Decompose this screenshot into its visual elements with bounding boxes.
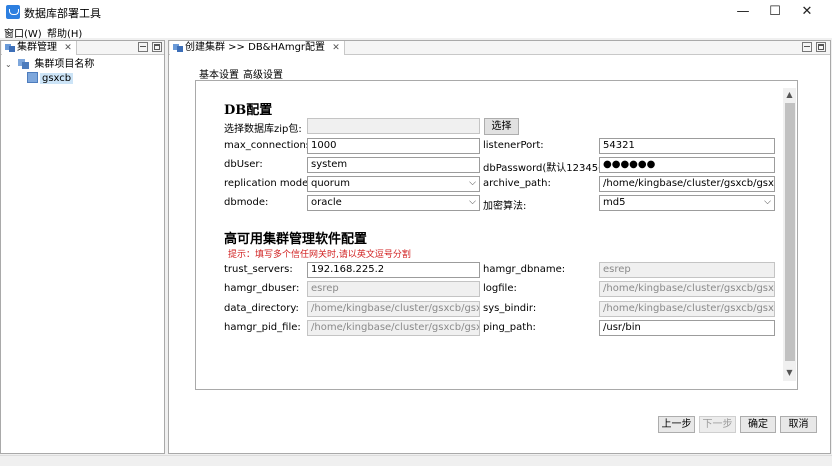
tab-create-cluster[interactable]: 创建集群 >> DB&HAmgr配置 ✕	[170, 41, 345, 55]
listener-port-input[interactable]: 54321	[599, 138, 775, 154]
close-icon[interactable]: ✕	[332, 43, 340, 53]
zip-label: 选择数据库zip包:	[224, 124, 302, 135]
scroll-up-icon[interactable]: ▲	[783, 90, 796, 99]
cluster-tab-icon	[5, 44, 15, 52]
max-connections-input[interactable]: 1000	[307, 138, 480, 154]
hamgr-dbuser-input[interactable]: esrep	[307, 281, 480, 297]
tree-root-item[interactable]: ⌄ 集群项目名称	[5, 58, 94, 72]
next-step-button[interactable]: 下一步	[699, 416, 736, 433]
tab-advanced-settings[interactable]: 高级设置	[243, 66, 283, 81]
close-icon[interactable]: ✕	[64, 43, 72, 53]
db-password-input[interactable]: ●●●●●●	[599, 157, 775, 173]
cluster-folder-icon	[18, 59, 30, 69]
minimize-view-icon[interactable]	[802, 42, 812, 52]
menu-bar: 窗口(W) 帮助(H)	[0, 24, 832, 40]
cluster-management-view: 集群管理 ✕ ⌄ 集群项目名称 gsxcb	[0, 40, 165, 454]
ping-path-input[interactable]: /usr/bin	[599, 320, 775, 336]
sys-bindir-label: sys_bindir:	[483, 303, 537, 314]
window-titlebar: 数据库部署工具 — ☐ ✕	[0, 0, 832, 24]
minimize-button[interactable]: —	[726, 0, 760, 24]
logfile-input[interactable]: /home/kingbase/cluster/gsxcb/gsxcb	[599, 281, 775, 297]
hamgr-dbuser-label: hamgr_dbuser:	[224, 283, 300, 294]
dbmode-label: dbmode:	[224, 197, 269, 208]
close-button[interactable]: ✕	[790, 0, 824, 24]
window-title: 数据库部署工具	[24, 7, 101, 20]
minimize-view-icon[interactable]	[138, 42, 148, 52]
encryption-select[interactable]: md5	[599, 195, 775, 211]
tab-basic-settings[interactable]: 基本设置	[199, 66, 239, 81]
max-connections-label: max_connections:	[224, 140, 315, 151]
hamgr-pid-file-input[interactable]: /home/kingbase/cluster/gsxcb/gsxcb	[307, 320, 480, 336]
encryption-label: 加密算法:	[483, 201, 527, 212]
listener-port-label: listenerPort:	[483, 140, 544, 151]
db-user-label: dbUser:	[224, 159, 263, 170]
menu-help[interactable]: 帮助(H)	[47, 25, 82, 40]
status-bar	[0, 455, 832, 466]
trust-servers-input[interactable]: 192.168.225.2	[307, 262, 480, 278]
zip-path-field[interactable]	[307, 118, 480, 134]
archive-path-label: archive_path:	[483, 178, 551, 189]
data-directory-input[interactable]: /home/kingbase/cluster/gsxcb/gsxcb	[307, 301, 480, 317]
db-section-title: DB配置	[224, 103, 273, 118]
tree-item-gsxcb[interactable]: gsxcb	[27, 72, 74, 86]
previous-step-button[interactable]: 上一步	[658, 416, 695, 433]
maximize-view-icon[interactable]	[152, 42, 162, 52]
ha-section-title: 高可用集群管理软件配置	[224, 232, 368, 247]
tab-cluster-management-label: 集群管理	[17, 42, 57, 53]
scroll-down-icon[interactable]: ▼	[783, 368, 796, 377]
tab-create-cluster-label: 创建集群 >> DB&HAmgr配置	[185, 42, 326, 53]
db-user-input[interactable]: system	[307, 157, 480, 173]
tree-item-label: gsxcb	[40, 73, 74, 84]
replication-mode-label: replication mode:	[224, 178, 312, 189]
tree-root-label: 集群项目名称	[34, 59, 95, 70]
scrollbar-thumb[interactable]	[785, 103, 795, 361]
trust-servers-label: trust_servers:	[224, 264, 293, 275]
cluster-node-icon	[27, 72, 38, 83]
hamgr-dbname-label: hamgr_dbname:	[483, 264, 566, 275]
chevron-down-icon[interactable]: ⌄	[5, 58, 15, 72]
maximize-button[interactable]: ☐	[758, 0, 792, 24]
archive-path-input[interactable]: /home/kingbase/cluster/gsxcb/gsxcb	[599, 176, 775, 192]
logfile-label: logfile:	[483, 283, 517, 294]
hamgr-dbname-input[interactable]: esrep	[599, 262, 775, 278]
trust-servers-hint: 提示：填写多个信任网关时,请以英文逗号分割	[228, 250, 411, 260]
sys-bindir-input[interactable]: /home/kingbase/cluster/gsxcb/gsxcb	[599, 301, 775, 317]
data-directory-label: data_directory:	[224, 303, 299, 314]
editor-tab-strip: 创建集群 >> DB&HAmgr配置 ✕	[169, 41, 830, 55]
ping-path-label: ping_path:	[483, 322, 536, 333]
maximize-view-icon[interactable]	[816, 42, 826, 52]
dbmode-select[interactable]: oracle	[307, 195, 480, 211]
editor-tab-icon	[173, 44, 183, 52]
browse-zip-button[interactable]: 选择	[484, 118, 519, 135]
replication-mode-select[interactable]: quorum	[307, 176, 480, 192]
tab-cluster-management[interactable]: 集群管理 ✕	[2, 41, 77, 55]
hamgr-pid-file-label: hamgr_pid_file:	[224, 322, 301, 333]
db-password-label: dbPassword(默认123456):	[483, 163, 612, 174]
cluster-view-tab-strip: 集群管理 ✕	[1, 41, 164, 55]
app-logo-icon	[6, 5, 20, 19]
finish-button[interactable]: 确定	[740, 416, 776, 433]
menu-window[interactable]: 窗口(W)	[4, 25, 42, 40]
cancel-button[interactable]: 取消	[780, 416, 817, 433]
